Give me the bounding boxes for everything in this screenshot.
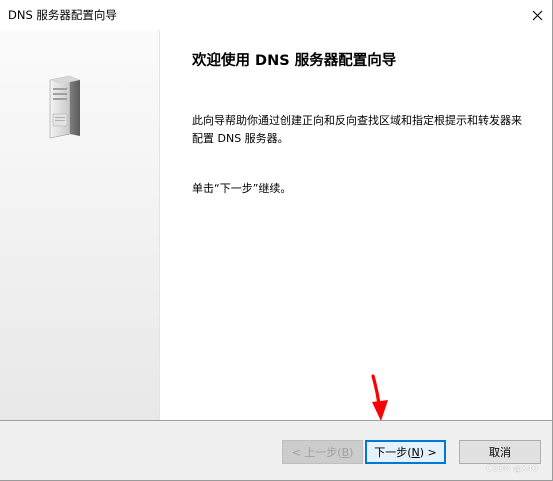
back-label-prefix: < 上一步(	[291, 446, 342, 459]
description-text: 此向导帮助你通过创建正向和反向查找区域和指定根提示和转发器来配置 DNS 服务器…	[192, 114, 522, 145]
watermark-text: CSDN @X40	[486, 464, 538, 473]
close-button[interactable]	[522, 0, 552, 30]
next-label-prefix: 下一步(	[374, 446, 412, 459]
wizard-window: DNS 服务器配置向导 欢迎使用 DNS 服务器配置向导 此向导帮助你通过创建正…	[0, 0, 553, 481]
wizard-content: 欢迎使用 DNS 服务器配置向导 此向导帮助你通过创建正向和反向查找区域和指定根…	[160, 30, 552, 420]
back-mnemonic: B	[341, 445, 350, 459]
cancel-button[interactable]: 取消	[459, 440, 541, 464]
page-title: 欢迎使用 DNS 服务器配置向导	[192, 53, 397, 69]
title-bar: DNS 服务器配置向导	[0, 0, 552, 30]
next-label-suffix: ) >	[419, 445, 437, 459]
close-icon	[532, 10, 542, 20]
back-label-suffix: )	[349, 445, 354, 459]
instruction-text: 单击“下一步”继续。	[192, 182, 292, 195]
next-mnemonic: N	[411, 445, 420, 459]
next-button[interactable]: 下一步(N) >	[365, 440, 446, 464]
button-bar: < 上一步(B) 下一步(N) > 取消	[0, 421, 552, 480]
server-icon	[49, 75, 80, 139]
wizard-sidebar	[0, 30, 160, 420]
back-button[interactable]: < 上一步(B)	[282, 440, 363, 464]
window-title: DNS 服务器配置向导	[8, 8, 117, 22]
red-arrow-annotation	[371, 374, 388, 421]
